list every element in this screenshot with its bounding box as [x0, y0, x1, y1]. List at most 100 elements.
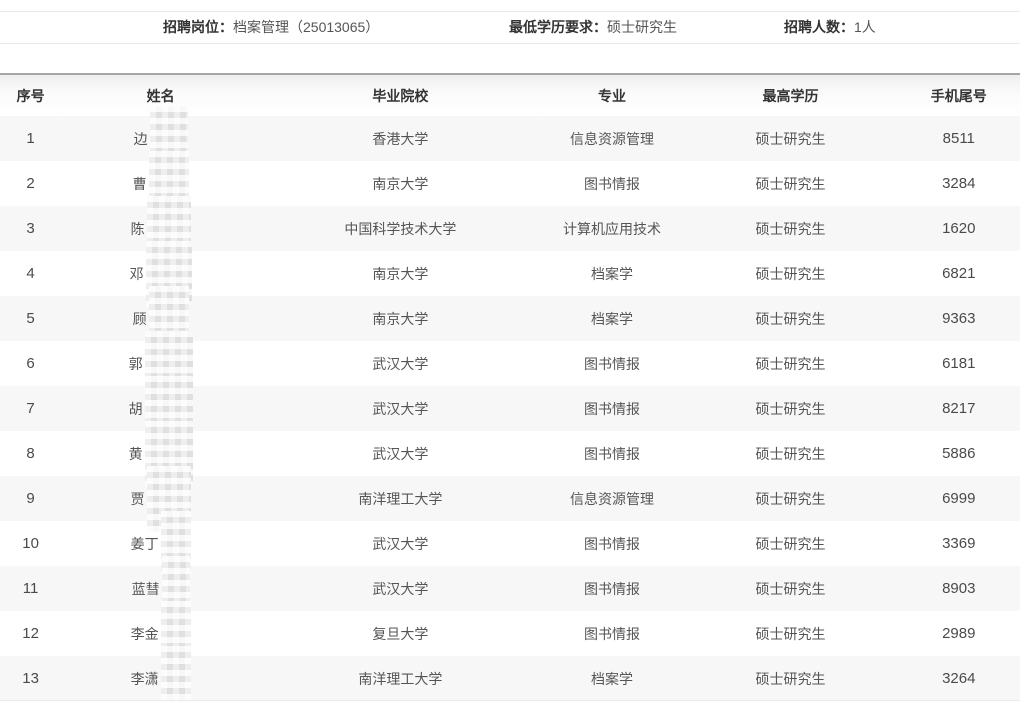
- cell-no: 2: [0, 161, 61, 206]
- applicants-table-wrap: 序号姓名毕业院校专业最高学历手机尾号 1边香港大学信息资源管理硕士研究生8511…: [0, 73, 1020, 701]
- redacted-name-mosaic: [149, 312, 189, 326]
- cell-major: 图书情报: [541, 431, 684, 476]
- cell-phone-tail: 5886: [898, 431, 1020, 476]
- cell-school: 南洋理工大学: [260, 656, 541, 701]
- redacted-name-mosaic: [147, 492, 191, 506]
- name-visible-text: 黄: [129, 446, 143, 462]
- cell-degree: 硕士研究生: [683, 251, 897, 296]
- job-info-bar: 招聘岗位：档案管理（25013065） 最低学历要求：硕士研究生 招聘人数：1人: [0, 11, 1020, 44]
- cell-phone-tail: 3284: [898, 161, 1020, 206]
- redacted-name-mosaic: [145, 447, 193, 461]
- column-header-no: 序号: [0, 74, 61, 116]
- name-visible-text: 贾: [131, 491, 145, 507]
- redacted-name-mosaic: [145, 357, 193, 371]
- cell-no: 11: [0, 566, 61, 611]
- cell-major: 档案学: [541, 656, 684, 701]
- cell-school: 武汉大学: [260, 566, 541, 611]
- cell-school: 武汉大学: [260, 431, 541, 476]
- applicants-table: 序号姓名毕业院校专业最高学历手机尾号 1边香港大学信息资源管理硕士研究生8511…: [0, 73, 1020, 701]
- cell-phone-tail: 8217: [898, 386, 1020, 431]
- cell-degree: 硕士研究生: [683, 386, 897, 431]
- cell-school: 中国科学技术大学: [260, 206, 541, 251]
- cell-school: 武汉大学: [260, 521, 541, 566]
- cell-school: 南京大学: [260, 251, 541, 296]
- cell-degree: 硕士研究生: [683, 116, 897, 161]
- cell-school: 武汉大学: [260, 386, 541, 431]
- cell-no: 3: [0, 206, 61, 251]
- name-visible-text: 陈: [131, 221, 145, 237]
- cell-major: 图书情报: [541, 566, 684, 611]
- cell-phone-tail: 9363: [898, 296, 1020, 341]
- headcount-info: 招聘人数：1人: [784, 12, 876, 43]
- name-visible-text: 胡: [129, 401, 143, 417]
- cell-school: 南京大学: [260, 296, 541, 341]
- cell-degree: 硕士研究生: [683, 521, 897, 566]
- cell-major: 计算机应用技术: [541, 206, 684, 251]
- cell-school: 香港大学: [260, 116, 541, 161]
- redacted-name-mosaic: [149, 177, 189, 191]
- redacted-name-mosaic: [150, 132, 188, 146]
- cell-degree: 硕士研究生: [683, 431, 897, 476]
- cell-phone-tail: 3369: [898, 521, 1020, 566]
- name-visible-text: 边: [134, 131, 148, 147]
- cell-major: 档案学: [541, 251, 684, 296]
- cell-no: 10: [0, 521, 61, 566]
- cell-phone-tail: 8511: [898, 116, 1020, 161]
- cell-school: 南京大学: [260, 161, 541, 206]
- redacted-name-mosaic: [161, 672, 191, 686]
- cell-no: 1: [0, 116, 61, 161]
- name-visible-text: 顾: [133, 311, 147, 327]
- redacted-name-mosaic: [161, 537, 191, 551]
- name-visible-text: 李潇: [131, 671, 159, 687]
- name-visible-text: 邓: [130, 266, 144, 282]
- cell-major: 图书情报: [541, 161, 684, 206]
- applicant-list-page: 招聘岗位：档案管理（25013065） 最低学历要求：硕士研究生 招聘人数：1人…: [0, 0, 1020, 703]
- redacted-name-mosaic: [146, 267, 192, 281]
- cell-major: 图书情报: [541, 341, 684, 386]
- cell-no: 4: [0, 251, 61, 296]
- redacted-name-mosaic: [162, 582, 190, 596]
- cell-major: 图书情报: [541, 611, 684, 656]
- cell-name: 李潇: [61, 656, 260, 701]
- cell-degree: 硕士研究生: [683, 656, 897, 701]
- min-education-info: 最低学历要求：硕士研究生: [509, 12, 677, 43]
- column-header-major: 专业: [541, 74, 684, 116]
- table-row: 9贾南洋理工大学信息资源管理硕士研究生6999: [0, 476, 1020, 521]
- cell-no: 6: [0, 341, 61, 386]
- cell-degree: 硕士研究生: [683, 206, 897, 251]
- min-education-value: 硕士研究生: [607, 19, 677, 35]
- cell-phone-tail: 6999: [898, 476, 1020, 521]
- cell-no: 12: [0, 611, 61, 656]
- column-header-degree: 最高学历: [683, 74, 897, 116]
- cell-degree: 硕士研究生: [683, 341, 897, 386]
- cell-no: 13: [0, 656, 61, 701]
- min-education-label: 最低学历要求：: [509, 19, 607, 35]
- cell-name: 姜丁: [61, 521, 260, 566]
- cell-major: 信息资源管理: [541, 116, 684, 161]
- cell-degree: 硕士研究生: [683, 296, 897, 341]
- cell-major: 档案学: [541, 296, 684, 341]
- headcount-value: 1人: [854, 19, 876, 35]
- cell-no: 8: [0, 431, 61, 476]
- name-visible-text: 郭: [129, 356, 143, 372]
- job-position-label: 招聘岗位：: [163, 19, 233, 35]
- redacted-name-mosaic: [147, 222, 191, 236]
- cell-no: 5: [0, 296, 61, 341]
- cell-phone-tail: 3264: [898, 656, 1020, 701]
- cell-no: 9: [0, 476, 61, 521]
- cell-phone-tail: 6821: [898, 251, 1020, 296]
- cell-major: 图书情报: [541, 386, 684, 431]
- cell-school: 南洋理工大学: [260, 476, 541, 521]
- table-row: 13 李潇 南洋理工大学档案学硕士研究生3264: [0, 656, 1020, 701]
- job-position-value: 档案管理（25013065）: [233, 19, 379, 35]
- cell-phone-tail: 2989: [898, 611, 1020, 656]
- name-visible-text: 姜丁: [131, 536, 159, 552]
- column-header-phone_tail: 手机尾号: [898, 74, 1020, 116]
- redacted-name-mosaic: [161, 627, 191, 641]
- cell-major: 信息资源管理: [541, 476, 684, 521]
- headcount-label: 招聘人数：: [784, 19, 854, 35]
- cell-phone-tail: 8903: [898, 566, 1020, 611]
- name-visible-text: 蓝彗: [132, 581, 160, 597]
- job-position-info: 招聘岗位：档案管理（25013065）: [163, 12, 379, 43]
- redacted-name-mosaic: [145, 402, 193, 416]
